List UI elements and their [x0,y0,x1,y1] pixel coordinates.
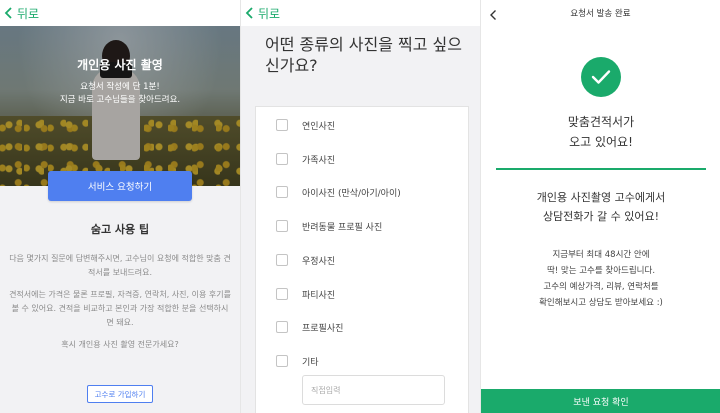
divider [496,168,706,170]
option-label: 우정사진 [302,256,336,267]
top-bar: 뒤로 [0,0,240,26]
description-line1: 지금부터 최대 48시간 안에 [552,250,650,260]
success-badge [581,57,621,97]
hero-image [0,26,240,186]
checkbox[interactable] [276,355,288,367]
option-label: 아이사진 (만삭/아기/아이) [302,188,401,199]
page-title: 요청서 발송 완료 [570,9,631,19]
option-item[interactable]: 아이사진 (만삭/아기/아이) [256,175,468,209]
back-button[interactable]: 뒤로 [245,5,280,22]
checkbox[interactable] [276,153,288,165]
tips-paragraph-1: 다음 몇가지 질문에 답변해주시면, 고수님이 요청에 적합한 맞춤 견적서를 … [9,254,231,277]
chevron-left-icon [490,10,496,20]
checkbox[interactable] [276,220,288,232]
done-title-line2: 오고 있어요! [569,135,633,149]
sub-title-line2: 상담전화가 갈 수 있어요! [542,210,660,223]
other-direct-input[interactable] [302,375,445,405]
checkbox[interactable] [276,254,288,266]
checkbox[interactable] [276,119,288,131]
tips-paragraph-3: 혹시 개인용 사진 촬영 전문가세요? [61,340,179,349]
option-label: 프로필사진 [302,323,344,334]
option-item[interactable]: 연인사진 [256,108,468,142]
option-item-other[interactable]: 기타 [256,344,468,378]
back-button[interactable] [489,6,498,25]
option-item[interactable]: 파티사진 [256,277,468,311]
request-service-button[interactable]: 서비스 요청하기 [48,171,192,201]
hero-subtitle-line2: 지금 바로 고수님들을 찾아드려요. [59,95,181,105]
back-label: 뒤로 [258,6,281,21]
hero-title: 개인용 사진 촬영 [77,58,163,72]
option-item[interactable]: 가족사진 [256,142,468,176]
tips-title: 숨고 사용 팁 [90,223,150,236]
done-title-line1: 맞춤견적서가 [567,115,635,129]
description-line2: 딱! 맞는 고수를 찾아드립니다. [546,266,656,276]
back-label: 뒤로 [17,6,40,21]
checkmark-icon [591,70,611,84]
option-item[interactable]: 반려동물 프로필 사진 [256,209,468,243]
option-label: 반려동물 프로필 사진 [302,222,383,233]
description-line3: 고수의 예상가격, 리뷰, 연락처를 [543,282,659,292]
description-line4: 확인해보시고 상담도 받아보세요 :) [539,298,663,308]
option-label: 가족사진 [302,155,336,166]
sub-title-line1: 개인용 사진촬영 고수에게서 [536,191,666,204]
back-button[interactable]: 뒤로 [4,5,39,22]
options-list: 연인사진 가족사진 아이사진 (만삭/아기/아이) 반려동물 프로필 사진 우정… [255,106,469,413]
option-label: 기타 [302,357,319,368]
hero-subtitle-line1: 요청서 작성에 단 1분! [80,82,160,92]
signup-as-pro-button[interactable]: 고수로 가입하기 [87,385,153,403]
photo-type-question-panel: 뒤로 어떤 종류의 사진을 찍고 싶으신가요? 연인사진 가족사진 아이사진 (… [240,0,480,413]
question-title: 어떤 종류의 사진을 찍고 싶으신가요? [265,35,462,75]
view-sent-requests-button[interactable]: 보낸 요청 확인 [481,389,720,413]
checkbox[interactable] [276,288,288,300]
service-intro-panel: 뒤로 개인용 사진 촬영 요청서 작성에 단 1분! 지금 바로 고수님들을 찾… [0,0,240,413]
option-item[interactable]: 우정사진 [256,243,468,277]
top-bar: 뒤로 [241,0,480,26]
request-complete-panel: 요청서 발송 완료 맞춤견적서가 오고 있어요! 개인용 사진촬영 고수에게서 … [480,0,720,413]
top-bar: 요청서 발송 완료 [481,0,720,26]
checkbox[interactable] [276,321,288,333]
tips-paragraph-2: 견적서에는 가격은 물론 프로필, 자격증, 연락처, 사진, 이용 후기를 볼… [9,290,231,327]
chevron-left-icon [245,7,253,19]
checkbox[interactable] [276,186,288,198]
option-label: 파티사진 [302,290,336,301]
chevron-left-icon [4,7,12,19]
option-label: 연인사진 [302,121,336,132]
option-item[interactable]: 프로필사진 [256,310,468,344]
